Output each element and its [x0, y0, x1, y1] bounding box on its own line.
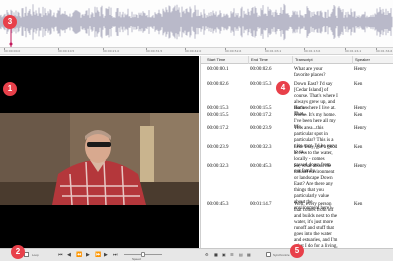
table-header: Start Time End Time Transcript Speaker: [201, 56, 393, 64]
end-time: 00:01:14.7: [250, 202, 272, 207]
speaker: Ken: [354, 145, 363, 150]
callout-badge-1: 1: [3, 82, 17, 96]
step-forward-icon[interactable]: ▶: [104, 252, 108, 258]
speed-slider-thumb[interactable]: [141, 252, 145, 257]
audio-waveform[interactable]: [0, 0, 393, 47]
waveform-trace: [0, 3, 393, 41]
tick-label: 00:01:13.6: [304, 49, 321, 53]
video-frame: [0, 56, 199, 248]
tick-label: 00:00:52.6: [225, 49, 242, 53]
table-row[interactable]: 00:00:17.2 00:00:23.9 This area...this p…: [201, 125, 393, 155]
callout-badge-4: 4: [276, 81, 290, 95]
start-time: 00:00:00.1: [207, 67, 229, 72]
speaker: Henry: [354, 67, 367, 72]
rewind-icon[interactable]: ⏪: [76, 252, 82, 258]
table-row[interactable]: 00:00:32.3 00:00:45.3 So, what about the…: [201, 163, 393, 211]
step-back-icon[interactable]: ◀: [67, 252, 71, 258]
playhead-handle[interactable]: [9, 42, 13, 46]
tick-label: 00:01:03.1: [265, 49, 282, 53]
tick-label: 00:00:10.5: [58, 49, 75, 53]
panel-icon[interactable]: ▤: [239, 252, 243, 258]
table-row[interactable]: 00:00:02.6 00:00:15.3 Down East? I'd say…: [201, 81, 393, 117]
start-time: 00:00:32.3: [207, 164, 229, 169]
tick-label: 00:00:42.0: [185, 49, 202, 53]
tick-label: 00:01:24.1: [345, 49, 362, 53]
frame-icon[interactable]: ▣: [222, 252, 226, 258]
end-time: 00:00:17.2: [250, 113, 272, 118]
start-time: 00:00:23.9: [207, 145, 229, 150]
end-time: 00:00:45.3: [250, 164, 272, 169]
column-header-start-time[interactable]: Start Time: [205, 56, 225, 64]
transport-bar: Loop ⏮ ◀ ⏪ ▶ ⏩ ▶ ⏭ Speed ⚙ ■ ▣ ☰ ▤ ▦ Syn…: [0, 248, 393, 261]
speaker: Henry: [354, 164, 367, 169]
table-row[interactable]: 00:00:15.3 00:00:15.5 Home. Henry: [201, 105, 393, 112]
skip-back-icon[interactable]: ⏮: [58, 252, 63, 258]
end-time: 00:00:23.9: [250, 126, 272, 131]
tick-label: 00:00:21.0: [103, 49, 120, 53]
speaker: Henry: [354, 126, 367, 131]
speaker: Ken: [354, 113, 363, 118]
synchronize-label: Synchronize: [273, 253, 290, 257]
end-time: 00:00:15.3: [250, 82, 272, 87]
callout-badge-3: 3: [3, 15, 17, 29]
speed-label: Speed: [132, 257, 141, 261]
end-time: 00:00:02.6: [250, 67, 272, 72]
tick-label: 00:00:31.5: [146, 49, 163, 53]
skip-forward-icon[interactable]: ⏭: [113, 252, 118, 258]
stop-icon[interactable]: ■: [214, 252, 218, 258]
table-row[interactable]: 00:00:15.5 00:00:17.2 Home. It's my home…: [201, 112, 393, 130]
start-time: 00:00:15.5: [207, 113, 229, 118]
end-time: 00:00:32.3: [250, 145, 272, 150]
start-time: 00:00:17.2: [207, 126, 229, 131]
column-header-end-time[interactable]: End Time: [248, 56, 268, 64]
table-row[interactable]: 00:00:45.3 00:01:14.7 Well, every person…: [201, 201, 393, 248]
tick-label: 00:00:00.0: [4, 49, 21, 53]
timeline-ruler[interactable]: 00:00:00.0 00:00:10.5 00:00:21.0 00:00:3…: [0, 47, 393, 55]
callout-badge-2: 2: [11, 245, 25, 259]
speaker: Ken: [354, 82, 363, 87]
start-time: 00:00:02.6: [207, 82, 229, 87]
loop-label: Loop: [32, 253, 39, 257]
table-row[interactable]: 00:00:00.1 00:00:02.6 What are your favo…: [201, 66, 393, 81]
settings-icon[interactable]: ⚙: [205, 252, 209, 258]
transcript-text[interactable]: Well, every person that comes from off a…: [294, 202, 338, 248]
play-icon[interactable]: ▶: [86, 252, 90, 258]
transcript-text[interactable]: What are your favorite places?: [294, 67, 338, 79]
column-header-speaker[interactable]: Speaker: [352, 56, 370, 64]
video-player[interactable]: [0, 56, 199, 248]
grid-icon[interactable]: ▦: [247, 252, 251, 258]
transcript-table: Start Time End Time Transcript Speaker 0…: [200, 56, 393, 248]
fast-forward-icon[interactable]: ⏩: [95, 252, 101, 258]
list-icon[interactable]: ☰: [230, 252, 234, 258]
speaker: Ken: [354, 202, 363, 207]
start-time: 00:00:45.3: [207, 202, 229, 207]
table-row[interactable]: 00:00:23.9 00:00:32.3 Like I say, got a …: [201, 144, 393, 174]
synchronize-checkbox[interactable]: [266, 252, 271, 257]
tick-label: 00:01:34.6: [376, 49, 393, 53]
column-header-transcript[interactable]: Transcript: [292, 56, 313, 64]
callout-badge-5: 5: [290, 244, 304, 258]
